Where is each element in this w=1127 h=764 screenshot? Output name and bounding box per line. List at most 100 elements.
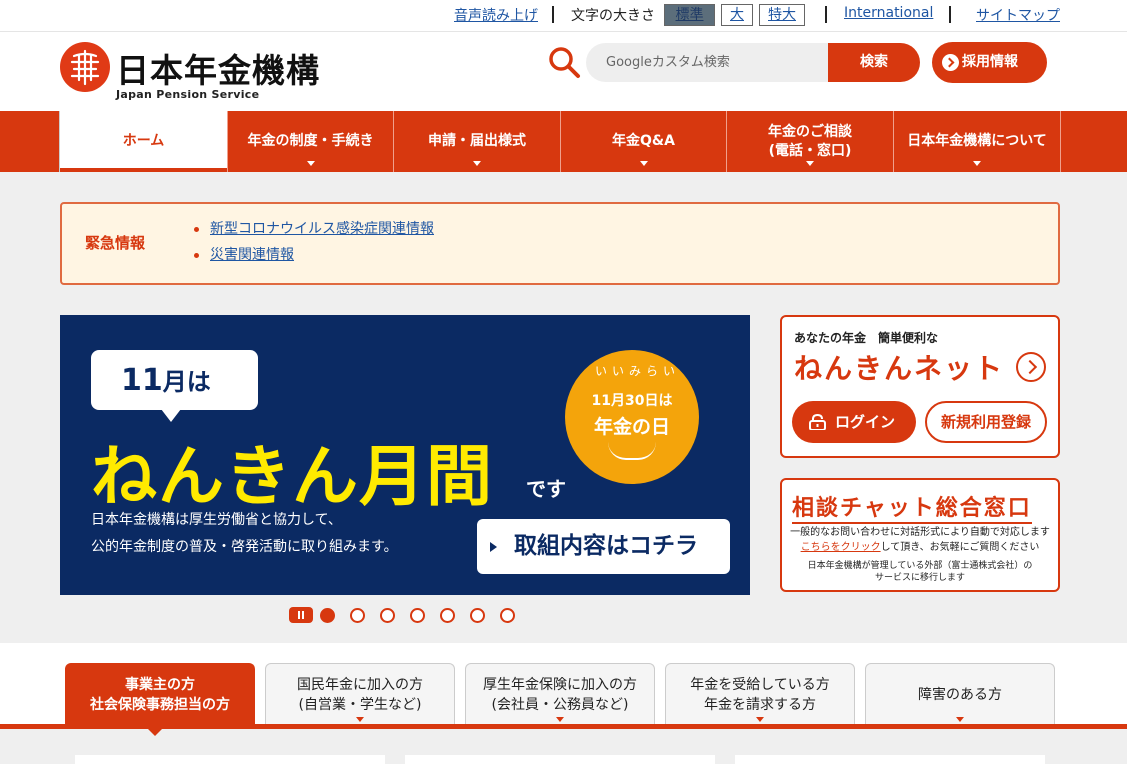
bubble-text: 11月は bbox=[121, 362, 211, 398]
emergency-link-covid[interactable]: 新型コロナウイルス感染症関連情報 bbox=[194, 216, 434, 242]
audience-tab-employee-pension[interactable]: 厚生年金保険に加入の方 (会社員・公務員など) bbox=[465, 663, 655, 725]
logo-icon[interactable] bbox=[60, 42, 110, 92]
global-nav: ホーム 年金の制度・手続き 申請・届出様式 年金Q&A 年金のご相談 (電話・窓… bbox=[0, 111, 1127, 172]
recruit-button-label: 採用情報 bbox=[962, 54, 1018, 70]
logo-subtitle: Japan Pension Service bbox=[116, 88, 260, 101]
pension-day-badge: いいみらい 11月30日は 年金の日 bbox=[565, 350, 699, 484]
carousel-dot[interactable] bbox=[500, 608, 515, 623]
emergency-link-disaster[interactable]: 災害関連情報 bbox=[194, 242, 434, 268]
divider bbox=[949, 6, 951, 23]
dropdown-arrow-icon bbox=[639, 161, 648, 166]
chat-desc-line2: こちらをクリックして頂き、お気軽にご質問ください bbox=[782, 540, 1058, 555]
international-link[interactable]: International bbox=[844, 5, 933, 21]
carousel-pause-button[interactable] bbox=[289, 607, 313, 623]
emergency-info-box: 緊急情報 新型コロナウイルス感染症関連情報 災害関連情報 bbox=[60, 202, 1060, 285]
nav-tab-consultation[interactable]: 年金のご相談 (電話・窓口) bbox=[726, 111, 893, 172]
dropdown-arrow-icon bbox=[973, 161, 981, 166]
audience-tab-employers[interactable]: 事業主の方 社会保険事務担当の方 bbox=[65, 663, 255, 725]
nav-tab-qa[interactable]: 年金Q&A bbox=[560, 111, 726, 172]
audience-tab-underline bbox=[0, 724, 1127, 729]
chevron-right-icon[interactable] bbox=[1016, 352, 1046, 382]
voice-readout-link[interactable]: 音声読み上げ bbox=[454, 5, 538, 25]
smile-icon bbox=[608, 442, 656, 460]
badge-title: 年金の日 bbox=[593, 416, 670, 438]
font-size-standard-button[interactable]: 標準 bbox=[664, 4, 715, 26]
nenkin-net-subtitle: あなたの年金 簡単便利な bbox=[794, 331, 939, 345]
font-size-label: 文字の大きさ bbox=[571, 8, 655, 24]
carousel-dot[interactable] bbox=[410, 608, 425, 623]
font-size-xlarge-button[interactable]: 特大 bbox=[759, 4, 805, 26]
login-button-label: ログイン bbox=[835, 413, 896, 431]
register-button[interactable]: 新規利用登録 bbox=[925, 401, 1047, 443]
chat-note: 日本年金機構が管理している外部（富士通株式会社）の サービスに移行します bbox=[807, 561, 1033, 583]
hero-banner[interactable]: 11月は ねんきん月間 です 日本年金機構は厚生労働省と協力して、 公的年金制度… bbox=[60, 315, 750, 595]
banner-cta-button[interactable]: 取組内容はコチラ bbox=[477, 519, 730, 574]
active-tab-pointer-icon bbox=[147, 728, 163, 736]
chat-click-link[interactable]: こちらをクリック bbox=[801, 542, 881, 553]
nav-tab-about[interactable]: 日本年金機構について bbox=[893, 111, 1061, 172]
chat-desc-rest: して頂き、お気軽にご質問ください bbox=[880, 542, 1040, 553]
nenkin-net-panel: あなたの年金 簡単便利な ねんきんネット ログイン 新規利用登録 bbox=[780, 315, 1060, 458]
audience-tab-label: 国民年金に加入の方 (自営業・学生など) bbox=[297, 676, 423, 713]
nav-tab-label: 年金の制度・手続き bbox=[247, 133, 374, 149]
search-input[interactable] bbox=[586, 43, 829, 82]
nav-tab-home[interactable]: ホーム bbox=[59, 111, 227, 172]
carousel-dot[interactable] bbox=[470, 608, 485, 623]
utility-bar: 音声読み上げ 文字の大きさ 標準 大 特大 International サイトマ… bbox=[0, 0, 1127, 32]
dropdown-arrow-icon bbox=[473, 161, 481, 166]
bubble-suffix: 月は bbox=[162, 368, 211, 396]
carousel-dot[interactable] bbox=[320, 608, 335, 623]
audience-tab-disability[interactable]: 障害のある方 bbox=[865, 663, 1055, 725]
carousel-dot[interactable] bbox=[350, 608, 365, 623]
nav-tab-forms[interactable]: 申請・届出様式 bbox=[393, 111, 560, 172]
font-size-large-button[interactable]: 大 bbox=[721, 4, 753, 26]
badge-arc-text: いいみらい bbox=[595, 364, 681, 378]
audience-tab-recipients[interactable]: 年金を受給している方 年金を請求する方 bbox=[665, 663, 855, 725]
login-button[interactable]: ログイン bbox=[792, 401, 916, 443]
dropdown-arrow-icon bbox=[356, 717, 364, 722]
recruit-button[interactable]: 採用情報 bbox=[932, 42, 1047, 83]
nav-tab-label: 年金のご相談 (電話・窓口) bbox=[768, 123, 852, 159]
carousel-dot[interactable] bbox=[380, 608, 395, 623]
nav-tab-label: 日本年金機構について bbox=[907, 133, 1047, 149]
badge-date: 11月30日は bbox=[591, 393, 673, 409]
speech-bubble: 11月は bbox=[91, 350, 258, 422]
nav-tab-system[interactable]: 年金の制度・手続き bbox=[227, 111, 393, 172]
banner-desu: です bbox=[526, 477, 566, 501]
banner-description: 日本年金機構は厚生労働省と協力して、 公的年金制度の普及・啓発活動に取り組みます… bbox=[91, 512, 398, 555]
chat-panel[interactable]: 相談チャット総合窓口 一般的なお問い合わせに対話形式により自動で対応します こち… bbox=[780, 478, 1060, 592]
dropdown-arrow-icon bbox=[556, 717, 564, 722]
dropdown-arrow-icon bbox=[956, 717, 964, 722]
dropdown-arrow-icon bbox=[306, 161, 315, 166]
nenkin-net-title[interactable]: ねんきんネット bbox=[794, 347, 1004, 387]
dropdown-arrow-icon bbox=[806, 161, 814, 166]
divider bbox=[552, 6, 554, 23]
logo-text[interactable]: 日本年金機構 bbox=[116, 44, 320, 92]
content-card bbox=[735, 755, 1045, 764]
nav-tab-label: ホーム bbox=[122, 133, 165, 149]
audience-tab-national-pension[interactable]: 国民年金に加入の方 (自営業・学生など) bbox=[265, 663, 455, 725]
bubble-month: 11 bbox=[121, 363, 163, 398]
chat-description: 一般的なお問い合わせに対話形式により自動で対応します こちらをクリックして頂き、… bbox=[782, 525, 1058, 555]
search-icon bbox=[549, 47, 580, 78]
emergency-info-list: 新型コロナウイルス感染症関連情報 災害関連情報 bbox=[194, 216, 434, 268]
emergency-info-title: 緊急情報 bbox=[85, 234, 146, 252]
search-button[interactable]: 検索 bbox=[828, 43, 920, 82]
divider bbox=[825, 6, 827, 23]
dropdown-arrow-icon bbox=[756, 717, 764, 722]
lock-icon bbox=[809, 414, 826, 430]
audience-tab-label: 厚生年金保険に加入の方 (会社員・公務員など) bbox=[483, 676, 637, 713]
audience-tab-label: 事業主の方 社会保険事務担当の方 bbox=[90, 676, 230, 713]
audience-tab-label: 年金を受給している方 年金を請求する方 bbox=[690, 676, 830, 713]
chevron-right-icon bbox=[942, 54, 959, 71]
banner-headline: ねんきん月間 bbox=[91, 438, 493, 515]
chat-desc-line1: 一般的なお問い合わせに対話形式により自動で対応します bbox=[790, 527, 1050, 538]
audience-tab-label: 障害のある方 bbox=[918, 686, 1002, 703]
content-card bbox=[75, 755, 385, 764]
nav-tab-label: 申請・届出様式 bbox=[428, 133, 526, 149]
sitemap-link[interactable]: サイトマップ bbox=[976, 5, 1060, 25]
chat-title[interactable]: 相談チャット総合窓口 bbox=[792, 490, 1032, 524]
carousel-dot[interactable] bbox=[440, 608, 455, 623]
content-card bbox=[405, 755, 715, 764]
nav-tab-label: 年金Q&A bbox=[612, 133, 675, 149]
